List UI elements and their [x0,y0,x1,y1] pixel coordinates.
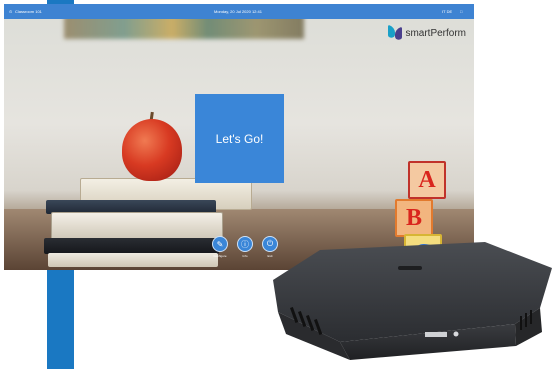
brand-name: smartPerform [405,27,466,39]
location-icon: ⊙ [9,9,13,14]
pc-power-led [453,331,459,337]
wrench-icon[interactable]: ✎ [212,236,228,252]
book-black [44,238,219,254]
block-b: B [395,199,433,237]
mini-pc-device [273,242,552,360]
kiosk-screen: ⊙ Classroom 101 Monday, 20 Jul 2020 12:4… [4,4,474,270]
pc-top-logo [398,266,422,270]
lets-go-button[interactable]: Let's Go! [195,94,284,183]
bottom-dock: ✎ Configure ⓘ Info ⏻ Exit [212,236,278,258]
datetime-label: Monday, 20 Jul 2020 12:41 [214,9,262,14]
location-label: Classroom 101 [15,9,42,14]
language-label[interactable]: IT DE [442,9,452,14]
dock-configure[interactable]: ✎ Configure [212,236,228,258]
info-icon[interactable]: ⓘ [237,236,253,252]
book-white [51,212,223,240]
status-bar: ⊙ Classroom 101 Monday, 20 Jul 2020 12:4… [4,4,474,19]
dock-info-label: Info [242,254,248,258]
brand-logo: smartPerform [388,26,466,40]
apple [122,119,182,181]
book-bottom [48,253,218,267]
pc-port-slot [425,332,447,337]
block-a: A [408,161,446,199]
dock-configure-label: Configure [213,254,227,258]
smartperform-logo-icon [388,26,402,40]
window-icon[interactable]: □ [460,9,462,14]
dock-info[interactable]: ⓘ Info [237,236,253,258]
